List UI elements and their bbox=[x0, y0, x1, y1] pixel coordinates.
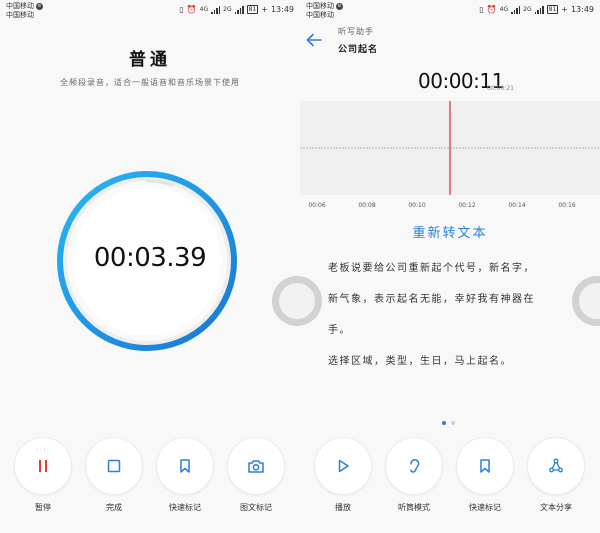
alarm-icon: ⏰ bbox=[486, 5, 497, 14]
network-type-2: 2G bbox=[223, 6, 232, 13]
play-button[interactable]: 播放 bbox=[314, 437, 372, 513]
pause-button[interactable]: 暂停 bbox=[14, 437, 72, 513]
network-type-1: 4G bbox=[199, 6, 209, 13]
share-text-button-circle[interactable] bbox=[527, 437, 585, 495]
screen-edge-handle[interactable] bbox=[272, 276, 300, 326]
charging-icon: + bbox=[261, 5, 268, 14]
carrier-badge-icon: e bbox=[36, 3, 43, 10]
status-bar: 中国移动 e 中国移动 ▯ ⏰ 4G 2G 81 + 13:49 bbox=[300, 0, 600, 22]
recording-action-bar: 暂停 完成 快速标记 图文标记 bbox=[0, 437, 300, 512]
alarm-icon: ⏰ bbox=[186, 5, 197, 14]
image-mark-button-circle[interactable] bbox=[227, 437, 285, 495]
charging-icon: + bbox=[561, 5, 568, 14]
vibrate-icon: ▯ bbox=[179, 5, 184, 14]
image-mark-label: 图文标记 bbox=[240, 503, 272, 512]
carrier-label-2: 中国移动 bbox=[6, 11, 34, 19]
earpiece-mode-button-circle[interactable] bbox=[385, 437, 443, 495]
transcript-line: 选择区域，类型，生日，马上起名。 bbox=[328, 356, 512, 367]
carrier-info: 中国移动 e 中国移动 bbox=[6, 2, 43, 20]
vibrate-icon: ▯ bbox=[479, 5, 484, 14]
image-mark-button[interactable]: 图文标记 bbox=[227, 437, 285, 513]
status-time: 13:49 bbox=[570, 5, 594, 14]
recording-mode-title[interactable]: 普通 bbox=[0, 45, 300, 70]
timeline-tick-label: 00:12 bbox=[458, 202, 476, 209]
pause-label: 暂停 bbox=[35, 503, 51, 512]
transcript-line: 新气象，表示起名无能，幸好我有神器在 bbox=[328, 294, 535, 305]
stop-icon bbox=[107, 459, 121, 473]
carrier-info: 中国移动 e 中国移动 bbox=[306, 2, 343, 20]
bookmark-icon bbox=[180, 459, 190, 473]
status-bar: 中国移动 e 中国移动 ▯ ⏰ 4G 2G 81 + 13:49 bbox=[0, 0, 300, 22]
transcript-line: 老板说要给公司重新起个代号，新名字， bbox=[328, 263, 535, 274]
status-icons: ▯ ⏰ 4G 2G 81 + 13:49 bbox=[179, 5, 294, 14]
share-icon bbox=[549, 458, 563, 473]
recording-screen: 中国移动 e 中国移动 ▯ ⏰ 4G 2G 81 + 13:49 普通 全频段录音… bbox=[0, 0, 300, 533]
transcript-line: 手。 bbox=[328, 325, 351, 336]
carrier-label-1: 中国移动 bbox=[6, 2, 34, 10]
timeline-tick-label: 00:08 bbox=[358, 202, 376, 209]
play-icon bbox=[338, 459, 349, 473]
pause-icon bbox=[39, 460, 47, 472]
earpiece-mode-label: 听筒模式 bbox=[398, 503, 430, 512]
page-indicator bbox=[442, 421, 455, 425]
finish-button-circle[interactable] bbox=[85, 437, 143, 495]
recording-mode-description: 全频段录音，适合一般语音和音乐场景下使用 bbox=[60, 78, 240, 87]
share-text-label: 文本分享 bbox=[540, 503, 572, 512]
transcript: 老板说要给公司重新起个代号，新名字， 新气象，表示起名无能，幸好我有神器在 手。… bbox=[300, 253, 600, 377]
quick-mark-button-circle[interactable] bbox=[456, 437, 514, 495]
carrier-badge-icon: e bbox=[336, 3, 343, 10]
signal-icon bbox=[534, 5, 544, 14]
play-button-circle[interactable] bbox=[314, 437, 372, 495]
ear-icon bbox=[410, 459, 420, 473]
page-dot bbox=[442, 421, 446, 425]
playback-total-time: 00:00:21 bbox=[487, 85, 514, 92]
quick-mark-button-circle[interactable] bbox=[156, 437, 214, 495]
play-label: 播放 bbox=[335, 503, 351, 512]
signal-icon bbox=[211, 5, 221, 14]
network-type-1: 4G bbox=[499, 6, 509, 13]
waveform[interactable] bbox=[300, 101, 600, 195]
pause-button-circle[interactable] bbox=[14, 437, 72, 495]
page-dot bbox=[451, 421, 455, 425]
elapsed-time: 00:03.39 bbox=[93, 243, 207, 273]
signal-icon bbox=[511, 5, 521, 14]
finish-button[interactable]: 完成 bbox=[85, 437, 143, 513]
timeline-ticks: 00:06 00:08 00:10 00:12 00:14 00:16 bbox=[300, 202, 600, 212]
bookmark-icon bbox=[480, 459, 490, 473]
timeline-tick-label: 00:16 bbox=[558, 202, 576, 209]
timeline-tick-label: 00:14 bbox=[508, 202, 526, 209]
quick-mark-button[interactable]: 快速标记 bbox=[156, 437, 214, 513]
quick-mark-label: 快速标记 bbox=[469, 503, 501, 512]
network-type-2: 2G bbox=[523, 6, 532, 13]
timeline-tick-label: 00:10 bbox=[408, 202, 426, 209]
battery-icon: 81 bbox=[546, 5, 559, 14]
earpiece-mode-button[interactable]: 听筒模式 bbox=[385, 437, 443, 513]
battery-icon: 81 bbox=[246, 5, 259, 14]
timeline-tick-label: 00:06 bbox=[308, 202, 326, 209]
reconvert-text-button[interactable]: 重新转文本 bbox=[300, 222, 600, 241]
header-title: 公司起名 bbox=[338, 45, 379, 55]
quick-mark-button[interactable]: 快速标记 bbox=[456, 437, 514, 513]
status-icons: ▯ ⏰ 4G 2G 81 + 13:49 bbox=[479, 5, 594, 14]
finish-label: 完成 bbox=[106, 503, 122, 512]
status-time: 13:49 bbox=[270, 5, 294, 14]
carrier-label-2: 中国移动 bbox=[306, 11, 334, 19]
back-arrow-icon[interactable] bbox=[305, 32, 323, 48]
header-subtitle: 听写助手 bbox=[338, 27, 374, 36]
signal-icon bbox=[234, 5, 244, 14]
carrier-label-1: 中国移动 bbox=[306, 2, 334, 10]
share-text-button[interactable]: 文本分享 bbox=[527, 437, 585, 513]
playback-action-bar: 播放 听筒模式 快速标记 文本分享 bbox=[300, 437, 600, 512]
playback-screen: 中国移动 e 中国移动 ▯ ⏰ 4G 2G 81 + 13:49 听写助手 公司起… bbox=[300, 0, 600, 533]
camera-icon bbox=[248, 460, 264, 473]
quick-mark-label: 快速标记 bbox=[169, 503, 201, 512]
